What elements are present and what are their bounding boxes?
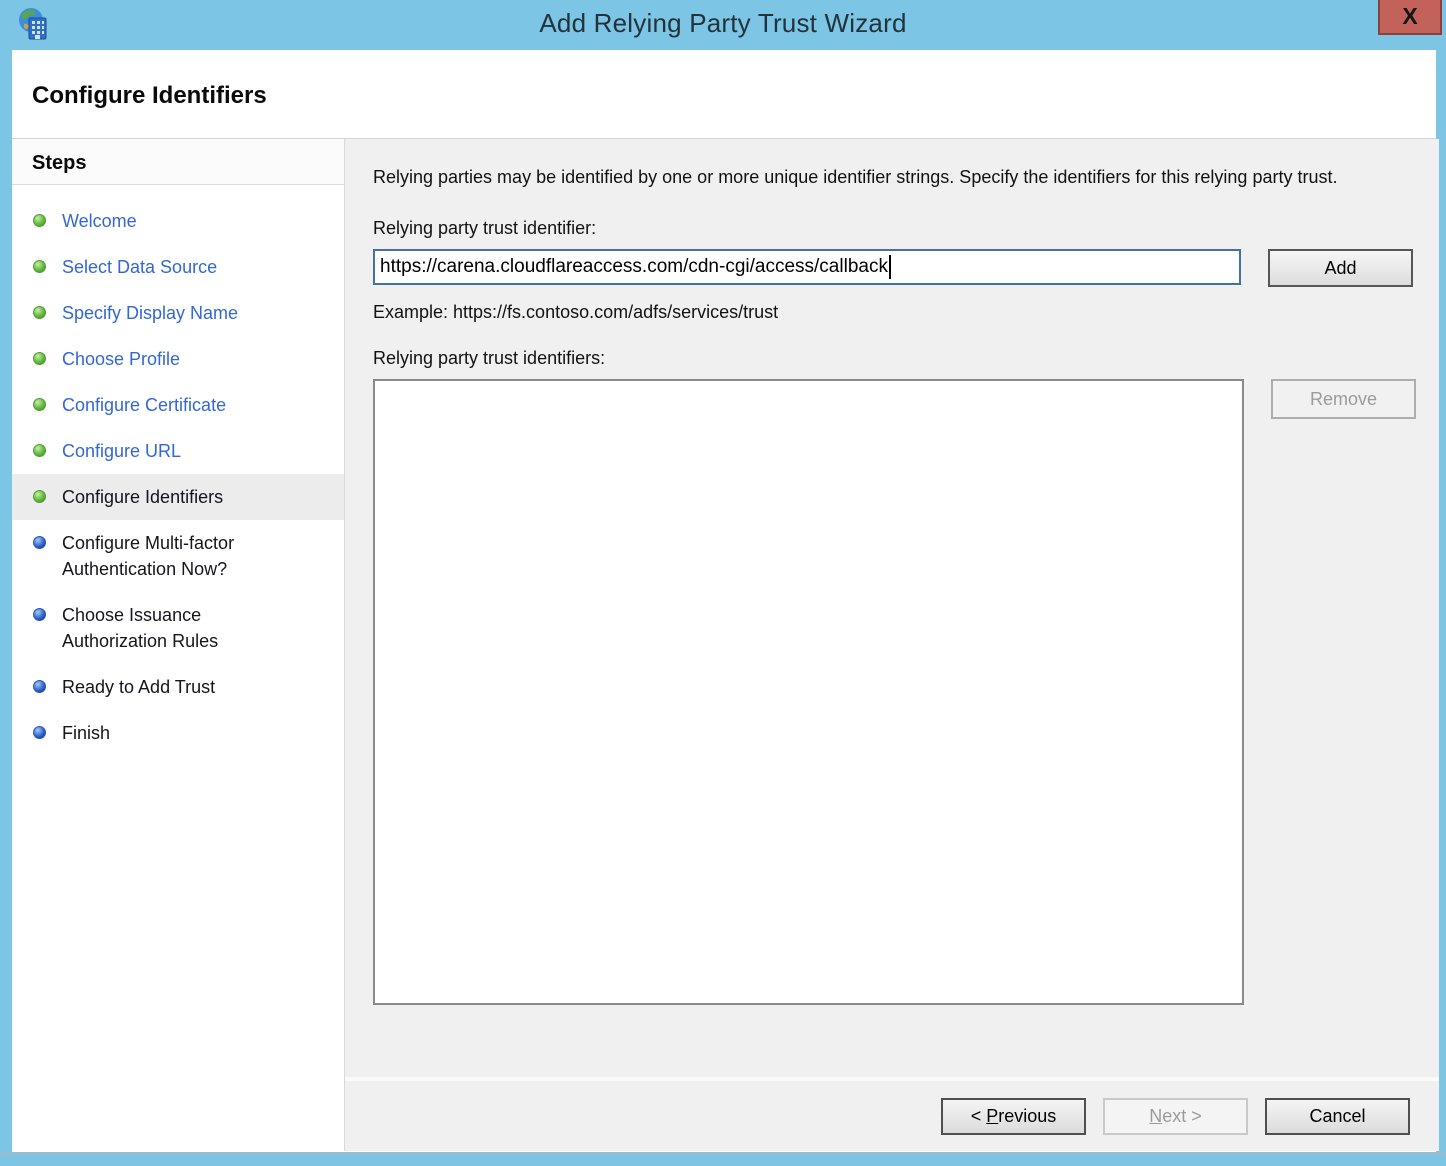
remove-button: Remove: [1271, 379, 1416, 419]
main-column: Relying parties may be identified by one…: [345, 139, 1439, 1151]
wizard-window: Add Relying Party Trust Wizard X Configu…: [0, 0, 1446, 1166]
step-label: Configure Multi-factor Authentication No…: [62, 533, 234, 579]
text-caret: [889, 255, 891, 279]
next-button: Next >: [1103, 1098, 1248, 1135]
sidebar-step-configure-url[interactable]: Configure URL: [12, 428, 344, 474]
step-label: Configure URL: [62, 441, 181, 461]
sidebar-step-ready-to-add-trust: Ready to Add Trust: [12, 664, 344, 710]
step-pending-dot-icon: [33, 608, 46, 621]
step-complete-dot-icon: [33, 490, 46, 503]
sidebar-step-select-data-source[interactable]: Select Data Source: [12, 244, 344, 290]
sidebar-step-choose-profile[interactable]: Choose Profile: [12, 336, 344, 382]
step-pending-dot-icon: [33, 680, 46, 693]
window-title: Add Relying Party Trust Wizard: [0, 8, 1446, 39]
step-label: Welcome: [62, 211, 137, 231]
step-complete-dot-icon: [33, 398, 46, 411]
step-label: Configure Identifiers: [62, 487, 223, 507]
identifier-input-value: https://carena.cloudflareaccess.com/cdn-…: [380, 256, 888, 278]
sidebar-step-configure-certificate[interactable]: Configure Certificate: [12, 382, 344, 428]
step-complete-dot-icon: [33, 214, 46, 227]
step-complete-dot-icon: [33, 444, 46, 457]
wizard-footer: < Previous Next > Cancel: [345, 1077, 1439, 1151]
step-label: Choose Issuance Authorization Rules: [62, 605, 218, 651]
step-label: Specify Display Name: [62, 303, 238, 323]
step-complete-dot-icon: [33, 260, 46, 273]
step-label: Select Data Source: [62, 257, 217, 277]
step-label: Finish: [62, 723, 110, 743]
page-title: Configure Identifiers: [12, 50, 1436, 110]
close-button[interactable]: X: [1378, 0, 1442, 35]
step-complete-dot-icon: [33, 306, 46, 319]
identifier-input[interactable]: https://carena.cloudflareaccess.com/cdn-…: [373, 249, 1241, 285]
step-label: Configure Certificate: [62, 395, 226, 415]
add-button[interactable]: Add: [1268, 249, 1413, 287]
intro-text: Relying parties may be identified by one…: [373, 163, 1403, 191]
sidebar-step-specify-display-name[interactable]: Specify Display Name: [12, 290, 344, 336]
step-label: Ready to Add Trust: [62, 677, 215, 697]
page-header: Configure Identifiers: [12, 50, 1436, 139]
previous-button[interactable]: < Previous: [941, 1098, 1086, 1135]
step-complete-dot-icon: [33, 352, 46, 365]
window-bottom-edge: [0, 1152, 1446, 1156]
client-area: Configure Identifiers Steps Welcome Selec…: [12, 50, 1436, 1152]
identifier-field-label: Relying party trust identifier:: [373, 218, 1416, 239]
sidebar-step-configure-multi-factor-authentication-now: Configure Multi-factor Authentication No…: [12, 520, 344, 592]
sidebar-step-choose-issuance-authorization-rules: Choose Issuance Authorization Rules: [12, 592, 344, 664]
configure-identifiers-panel: Relying parties may be identified by one…: [345, 139, 1439, 1077]
cancel-button[interactable]: Cancel: [1265, 1098, 1410, 1135]
sidebar-step-finish: Finish: [12, 710, 344, 756]
identifiers-listbox[interactable]: [373, 379, 1244, 1005]
steps-sidebar: Steps Welcome Select Data Source Specify D…: [12, 139, 345, 1151]
title-bar: Add Relying Party Trust Wizard X: [0, 0, 1446, 50]
step-pending-dot-icon: [33, 536, 46, 549]
sidebar-step-welcome[interactable]: Welcome: [12, 198, 344, 244]
example-text: Example: https://fs.contoso.com/adfs/ser…: [373, 302, 1416, 323]
steps-heading: Steps: [12, 139, 344, 185]
sidebar-step-configure-identifiers: Configure Identifiers: [12, 474, 344, 520]
step-pending-dot-icon: [33, 726, 46, 739]
step-label: Choose Profile: [62, 349, 180, 369]
identifiers-list-label: Relying party trust identifiers:: [373, 348, 1416, 369]
steps-list: Welcome Select Data Source Specify Display…: [12, 185, 344, 756]
